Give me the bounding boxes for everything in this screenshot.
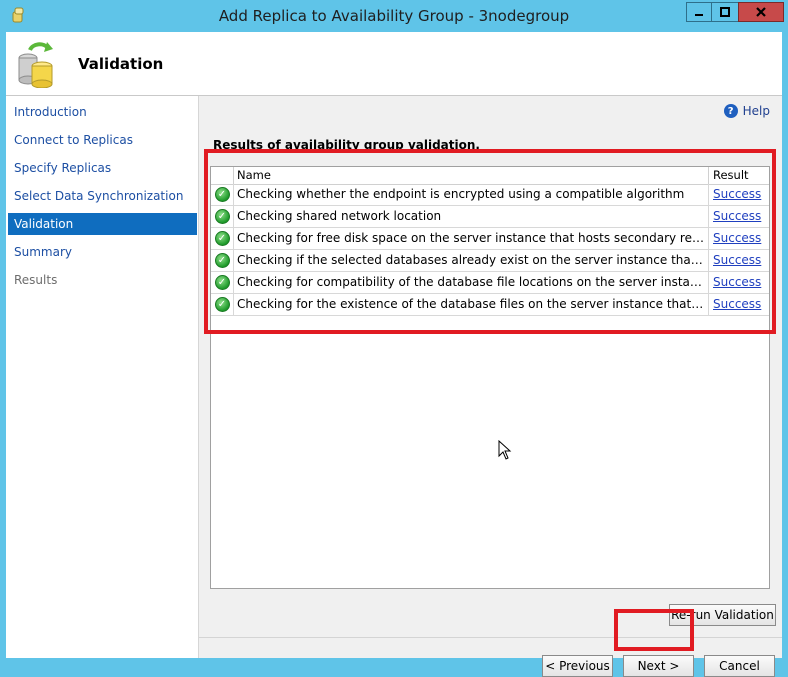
page-title: Validation	[78, 55, 164, 73]
validation-results-table[interactable]: Name Result ✓ Checking whether the endpo…	[210, 166, 770, 589]
close-button[interactable]	[738, 2, 784, 22]
table-row[interactable]: ✓ Checking for free disk space on the se…	[211, 228, 769, 250]
result-link[interactable]: Success	[708, 228, 769, 249]
next-button[interactable]: Next >	[623, 655, 694, 677]
help-label: Help	[742, 104, 770, 118]
success-check-icon: ✓	[214, 253, 230, 268]
maximize-button[interactable]	[711, 2, 739, 22]
check-name: Checking for the existence of the databa…	[237, 297, 705, 311]
success-check-icon: ✓	[214, 231, 230, 246]
maximize-icon	[720, 7, 730, 17]
success-check-icon: ✓	[214, 187, 230, 202]
result-link[interactable]: Success	[708, 184, 769, 205]
nav-item-select-data-synchronization[interactable]: Select Data Synchronization	[8, 185, 197, 207]
close-icon	[756, 7, 766, 17]
database-sync-icon	[18, 42, 53, 88]
table-header: Name Result	[211, 167, 769, 185]
title-bar[interactable]: Add Replica to Availability Group - 3nod…	[0, 0, 788, 32]
table-row[interactable]: ✓ Checking shared network location Succe…	[211, 206, 769, 228]
check-name: Checking whether the endpoint is encrypt…	[237, 187, 685, 201]
rerun-validation-button[interactable]: Re-run Validation	[669, 604, 776, 626]
footer-divider	[199, 637, 782, 638]
nav-item-results: Results	[14, 273, 58, 287]
dialog-window: Add Replica to Availability Group - 3nod…	[0, 0, 788, 677]
nav-item-validation[interactable]: Validation	[8, 213, 197, 235]
check-name: Checking for free disk space on the serv…	[237, 231, 705, 245]
previous-button[interactable]: < Previous	[542, 655, 613, 677]
mouse-cursor-icon	[498, 440, 512, 460]
cancel-button[interactable]: Cancel	[704, 655, 775, 677]
success-check-icon: ✓	[214, 297, 230, 312]
main-panel: ? Help Results of availability group val…	[199, 96, 782, 677]
window-title: Add Replica to Availability Group - 3nod…	[218, 7, 570, 25]
success-check-icon: ✓	[214, 209, 230, 224]
result-column-header[interactable]: Result	[708, 167, 769, 184]
table-row[interactable]: ✓ Checking if the selected databases alr…	[211, 250, 769, 272]
table-row[interactable]: ✓ Checking for the existence of the data…	[211, 294, 769, 316]
table-row[interactable]: ✓ Checking for compatibility of the data…	[211, 272, 769, 294]
success-check-icon: ✓	[214, 275, 230, 290]
nav-item-introduction[interactable]: Introduction	[8, 101, 197, 123]
minimize-button[interactable]	[686, 2, 712, 22]
nav-item-summary[interactable]: Summary	[8, 241, 197, 263]
page-header: Validation	[6, 32, 782, 96]
result-link[interactable]: Success	[708, 206, 769, 227]
table-row[interactable]: ✓ Checking whether the endpoint is encry…	[211, 184, 769, 206]
name-column-header[interactable]: Name	[237, 168, 271, 182]
dialog-content: Validation Introduction Connect to Repli…	[6, 32, 782, 677]
check-name: Checking for compatibility of the databa…	[237, 275, 705, 289]
minimize-icon	[695, 14, 703, 16]
check-name: Checking if the selected databases alrea…	[237, 253, 705, 267]
result-link[interactable]: Success	[708, 294, 769, 315]
help-icon: ?	[723, 104, 738, 118]
status-column-header	[211, 167, 234, 184]
result-link[interactable]: Success	[708, 250, 769, 271]
nav-item-connect-to-replicas[interactable]: Connect to Replicas	[8, 129, 197, 151]
results-label: Results of availability group validation…	[213, 138, 480, 152]
wizard-nav: Introduction Connect to Replicas Specify…	[6, 96, 199, 658]
check-name: Checking shared network location	[237, 209, 442, 223]
help-link[interactable]: ? Help	[723, 104, 770, 118]
nav-item-specify-replicas[interactable]: Specify Replicas	[8, 157, 197, 179]
result-link[interactable]: Success	[708, 272, 769, 293]
